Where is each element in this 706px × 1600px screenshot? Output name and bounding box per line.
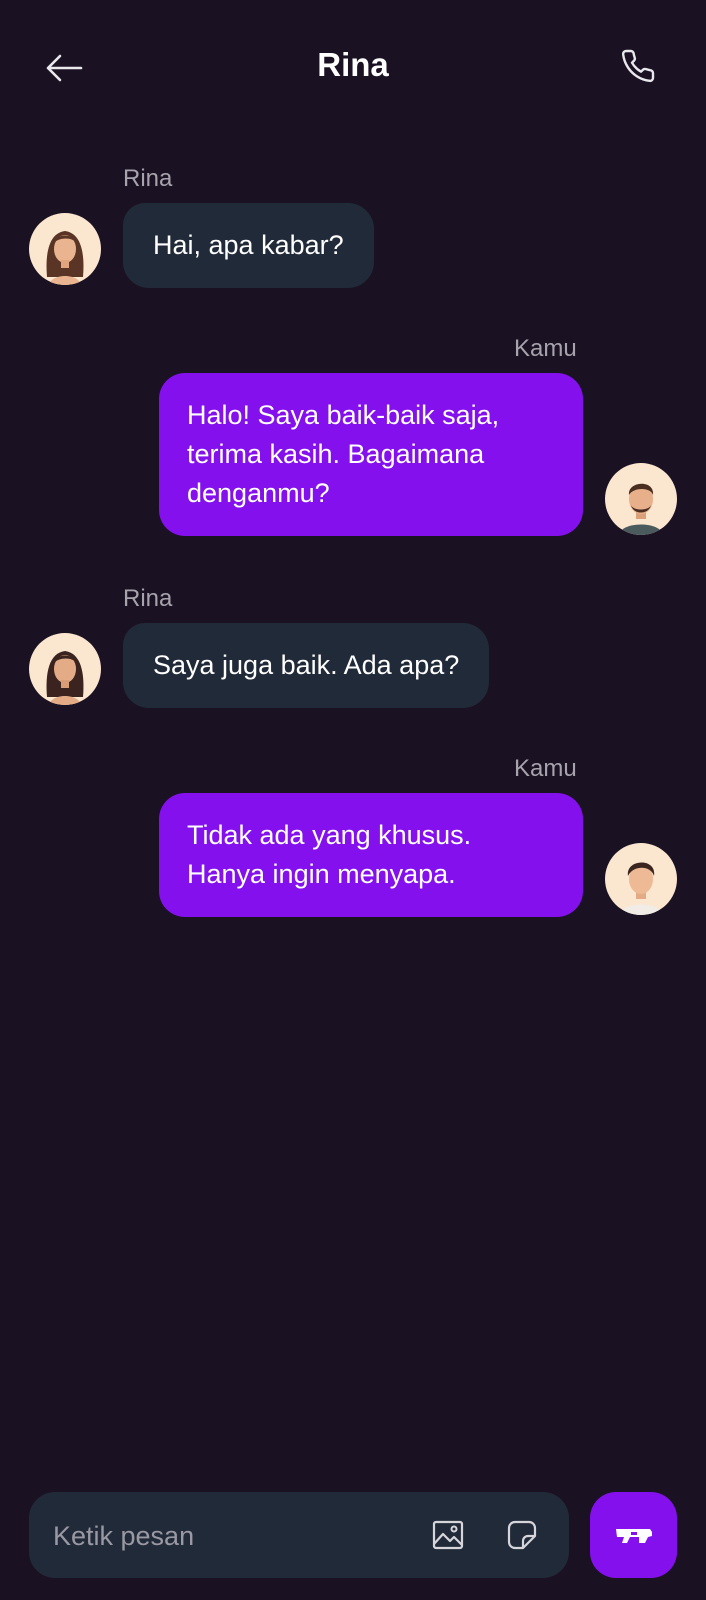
avatar-rina <box>29 633 101 705</box>
send-icon <box>615 1529 652 1543</box>
image-icon <box>432 1520 464 1550</box>
message-bubble-incoming: Saya juga baik. Ada apa? <box>123 623 490 708</box>
message-bubble-incoming: Hai, apa kabar? <box>123 203 374 288</box>
message-sender-name: Kamu <box>514 335 577 362</box>
message-bubble-outgoing: Tidak ada yang khusus. Hanya ingin menya… <box>159 793 583 917</box>
message-sender-name: Rina <box>123 585 173 612</box>
sticker-icon <box>507 1520 537 1550</box>
sticker-button[interactable] <box>501 1514 543 1556</box>
attach-image-button[interactable] <box>427 1514 469 1556</box>
send-button[interactable] <box>590 1492 677 1578</box>
call-button[interactable] <box>614 42 662 90</box>
page-title: Rina <box>317 46 389 83</box>
avatar-me <box>605 463 677 535</box>
message-sender-name: Rina <box>123 165 173 192</box>
message-sender-name: Kamu <box>514 755 577 782</box>
message-bubble-outgoing: Halo! Saya baik-baik saja, terima kasih.… <box>159 373 583 536</box>
message-composer <box>29 1492 569 1580</box>
avatar-rina <box>29 213 101 285</box>
message-input[interactable] <box>51 1492 385 1580</box>
avatar-me <box>605 843 677 915</box>
phone-icon <box>621 49 655 83</box>
chat-header: Rina <box>0 0 706 132</box>
